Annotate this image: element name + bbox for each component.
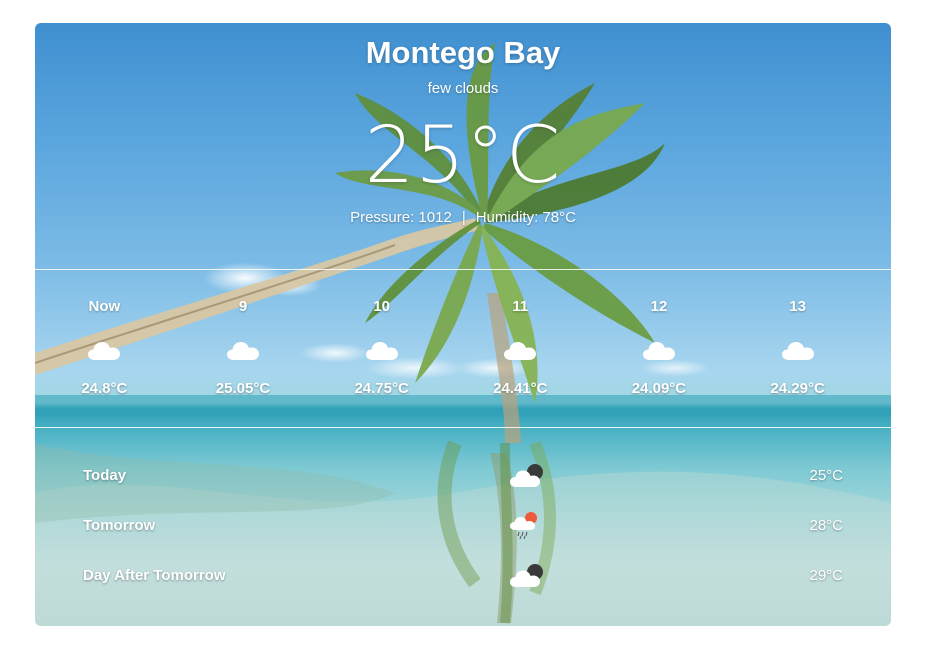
city-name: Montego Bay [365,35,561,70]
cloud-icon [88,342,121,360]
hour-label: Now [88,298,121,315]
day-label: Day After Tomorrow [83,567,226,584]
hour-label: 11 [512,298,529,315]
day-label: Today [83,467,127,484]
hourly-item: 9 25.05°C [174,270,313,428]
hourly-forecast: Now 24.8°C 9 25.05°C 10 24.75°C 11 24.41… [35,270,891,428]
cloud-icon [365,342,398,360]
cloud-icon [642,342,675,360]
hour-temperature: 24.29°C [770,380,825,397]
weather-description: few clouds [427,80,499,97]
weather-details: Pressure: 1012 | Humidity: 78°C [35,209,891,226]
weather-card: Montego Bay few clouds 25°C Pressure: 10… [35,23,891,626]
hour-label: 9 [238,298,248,315]
hour-temperature: 24.41°C [493,380,548,397]
day-label: Tomorrow [83,517,156,534]
hourly-item: 13 24.29°C [728,270,867,428]
divider-bottom [35,427,891,428]
details-separator: | [461,209,466,226]
hour-temperature: 24.09°C [631,380,687,397]
rain-sun-cloud-icon [510,512,537,540]
daily-item: Tomorrow 28°C [35,503,891,553]
hour-label: 10 [373,298,390,315]
cloud-icon [781,342,814,360]
day-temperature: 28°C [809,517,843,534]
hourly-item: Now 24.8°C [35,270,174,428]
humidity-value: Humidity: 78°C [475,209,576,226]
hourly-item: 10 24.75°C [312,270,451,428]
day-temperature: 29°C [809,567,843,584]
cloudy-night-icon [510,564,543,587]
hour-label: 13 [789,298,806,315]
cloud-icon [226,342,259,360]
day-temperature: 25°C [809,467,843,484]
daily-item: Today 25°C [35,453,891,503]
hourly-item: 12 24.09°C [590,270,729,428]
current-temperature: 25°C [364,111,562,201]
daily-item: Day After Tomorrow 29°C [35,553,891,603]
hour-temperature: 24.75°C [354,380,409,397]
cloudy-night-icon [510,464,543,487]
hour-temperature: 25.05°C [215,380,271,397]
hour-temperature: 24.8°C [81,380,128,397]
pressure-value: Pressure: 1012 [350,209,452,226]
hourly-item: 11 24.41°C [451,270,590,428]
cloud-icon [504,342,537,360]
daily-forecast: Today 25°C Tomorrow 28°C Day After Tomor… [35,453,891,603]
hour-label: 12 [650,298,668,315]
